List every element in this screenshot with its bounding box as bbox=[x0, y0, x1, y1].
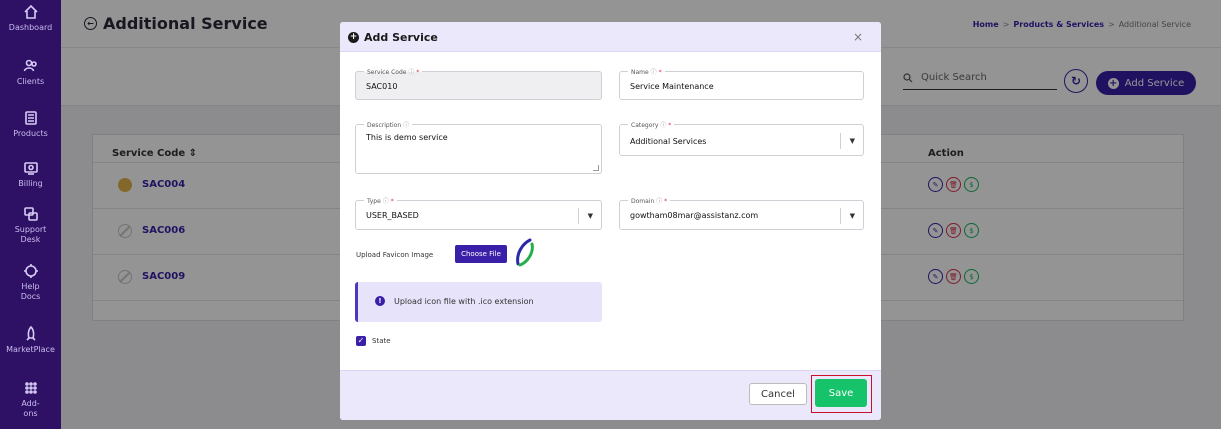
choose-file-button[interactable]: Choose File bbox=[455, 245, 507, 263]
upload-favicon-label: Upload Favicon Image bbox=[356, 251, 434, 259]
chevron-down-icon: ▼ bbox=[849, 137, 855, 145]
chevron-down-icon: ▼ bbox=[587, 212, 593, 220]
category-select[interactable]: Category ⓘ * Additional Services ▼ bbox=[619, 120, 864, 156]
save-button[interactable]: Save bbox=[815, 379, 867, 407]
users-icon bbox=[23, 59, 37, 72]
select-divider bbox=[578, 208, 579, 224]
help-icon: ⓘ bbox=[660, 122, 667, 129]
sidebar-item-add-ons[interactable]: Add-ons bbox=[0, 380, 61, 419]
sidebar-item-label: Add-ons bbox=[21, 399, 40, 418]
plus-circle-icon: + bbox=[348, 32, 359, 43]
sidebar-item-products[interactable]: Products bbox=[0, 110, 61, 139]
sidebar: Dashboard Clients Products Billing Suppo… bbox=[0, 0, 61, 429]
select-divider bbox=[840, 208, 841, 224]
select-divider bbox=[840, 133, 841, 149]
sidebar-item-label: Dashboard bbox=[8, 23, 53, 32]
box-icon bbox=[24, 111, 37, 125]
sidebar-item-clients[interactable]: Clients bbox=[0, 58, 61, 87]
cancel-button[interactable]: Cancel bbox=[749, 383, 807, 405]
help-icon: ⓘ bbox=[403, 122, 410, 129]
sidebar-item-label: Help Docs bbox=[20, 282, 41, 301]
sidebar-item-billing[interactable]: Billing bbox=[0, 160, 61, 189]
help-icon: ⓘ bbox=[650, 69, 657, 76]
close-icon[interactable]: × bbox=[853, 30, 863, 44]
help-icon: ⓘ bbox=[656, 198, 663, 205]
description-textarea[interactable]: Description ⓘ This is demo service bbox=[355, 120, 602, 174]
sidebar-item-label: Products bbox=[13, 129, 48, 138]
info-text: Upload icon file with .ico extension bbox=[394, 297, 534, 306]
field-label: Service Code ⓘ * bbox=[364, 67, 423, 76]
home-icon bbox=[23, 4, 38, 19]
field-label: Category ⓘ * bbox=[628, 120, 675, 129]
service-code-value: SAC010 bbox=[366, 82, 398, 91]
domain-value: gowtham08mar@assistanz.com bbox=[630, 211, 759, 220]
sidebar-item-marketplace[interactable]: MarketPlace bbox=[0, 326, 61, 355]
sidebar-item-dashboard[interactable]: Dashboard bbox=[0, 4, 61, 33]
category-value: Additional Services bbox=[630, 137, 707, 146]
description-value: This is demo service bbox=[366, 133, 448, 142]
state-checkbox-row[interactable]: ✓ State bbox=[356, 336, 391, 346]
rocket-icon bbox=[25, 326, 36, 341]
state-label: State bbox=[372, 337, 391, 345]
add-service-modal: + Add Service × Service Code ⓘ * SAC010 … bbox=[340, 22, 881, 420]
modal-title-text: Add Service bbox=[364, 31, 438, 44]
sidebar-item-label: Support Desk bbox=[14, 225, 47, 244]
domain-select[interactable]: Domain ⓘ * gowtham08mar@assistanz.com ▼ bbox=[619, 196, 864, 230]
modal-title: + Add Service bbox=[348, 31, 438, 44]
sidebar-item-support-desk[interactable]: Support Desk bbox=[0, 206, 61, 245]
field-label: Name ⓘ * bbox=[628, 67, 665, 76]
state-checkbox[interactable]: ✓ bbox=[356, 336, 366, 346]
type-select[interactable]: Type ⓘ * USER_BASED ▼ bbox=[355, 196, 602, 230]
resize-handle[interactable] bbox=[593, 165, 599, 171]
billing-icon bbox=[23, 162, 38, 175]
field-label: Type ⓘ * bbox=[364, 196, 397, 205]
sidebar-item-help-docs[interactable]: Help Docs bbox=[0, 263, 61, 302]
sidebar-item-label: MarketPlace bbox=[6, 345, 55, 354]
help-icon: ⓘ bbox=[408, 69, 415, 76]
info-alert: ! Upload icon file with .ico extension bbox=[355, 282, 602, 322]
field-label: Domain ⓘ * bbox=[628, 196, 671, 205]
sidebar-item-label: Clients bbox=[16, 77, 45, 86]
support-icon bbox=[23, 207, 38, 221]
grid-icon bbox=[24, 382, 37, 394]
name-value: Service Maintenance bbox=[630, 82, 714, 91]
service-code-field: Service Code ⓘ * SAC010 bbox=[355, 67, 602, 100]
help-icon: ⓘ bbox=[382, 198, 389, 205]
sidebar-item-label: Billing bbox=[18, 179, 43, 188]
field-label: Description ⓘ bbox=[364, 120, 413, 129]
type-value: USER_BASED bbox=[366, 211, 419, 220]
info-icon: ! bbox=[375, 296, 385, 306]
help-icon bbox=[23, 264, 38, 278]
favicon-preview-icon bbox=[516, 238, 534, 267]
name-field[interactable]: Name ⓘ * Service Maintenance bbox=[619, 67, 864, 100]
chevron-down-icon: ▼ bbox=[849, 212, 855, 220]
